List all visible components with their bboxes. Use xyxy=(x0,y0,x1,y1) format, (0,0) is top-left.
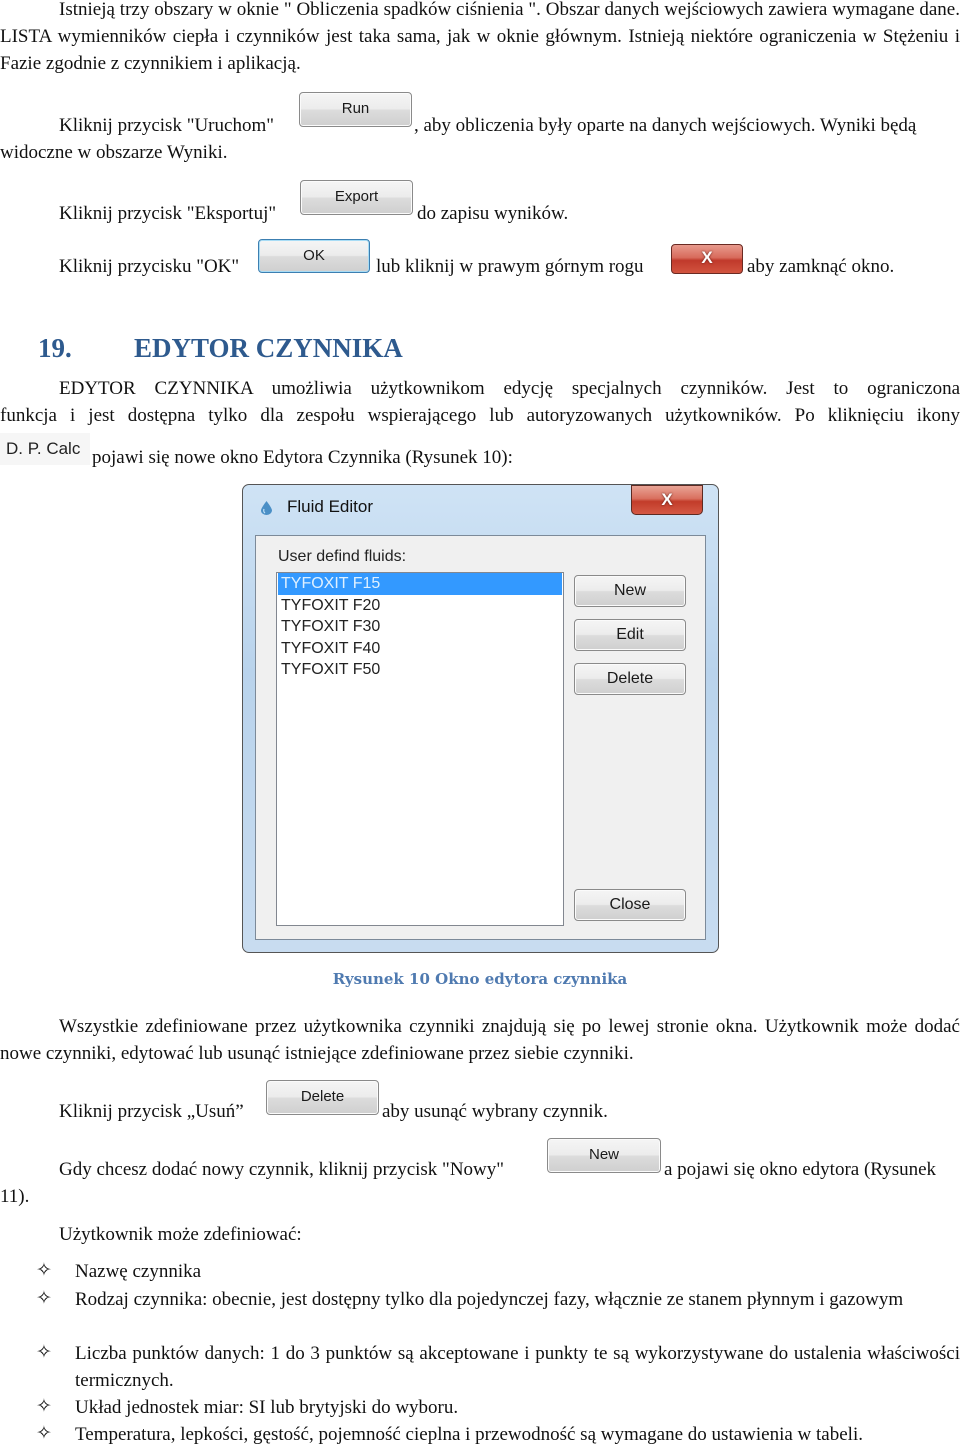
new-button[interactable]: New xyxy=(547,1138,661,1173)
fluid-drop-icon xyxy=(261,501,272,515)
bullet-item: Układ jednostek miar: SI lub brytyjski d… xyxy=(75,1397,459,1418)
bullet-diamond-icon: ✧ xyxy=(36,1423,52,1444)
run-instruction-text: Kliknij przycisk "Uruchom" xyxy=(59,115,274,136)
ok-instruction-after: aby zamknąć okno. xyxy=(747,256,895,277)
new-instruction-after: a pojawi się okno edytora (Rysunek xyxy=(664,1159,937,1180)
delete-fluid-button[interactable]: Delete xyxy=(574,663,686,695)
figure-caption: Rysunek 10 Okno edytora czynnika xyxy=(332,970,628,988)
section-paragraph-line1: EDYTOR CZYNNIKA umożliwia użytkownikom e… xyxy=(59,378,960,399)
section-number: 19. xyxy=(38,333,72,363)
delete-instruction-after: aby usunąć wybrany czynnik. xyxy=(382,1101,608,1122)
bullet-item: Rodzaj czynnika: obecnie, jest dostępny … xyxy=(75,1289,904,1310)
fluid-list-item[interactable]: TYFOXIT F30 xyxy=(278,616,562,638)
ok-instruction-middle: lub kliknij w prawym górnym rogu xyxy=(376,256,644,277)
window-close-button[interactable]: X xyxy=(671,244,743,274)
bullet-item: Temperatura, lepkości, gęstość, pojemnoś… xyxy=(75,1424,863,1445)
ok-instruction-text: Kliknij przycisku "OK" xyxy=(59,256,240,277)
new-fluid-button[interactable]: New xyxy=(574,575,686,607)
fluid-list-item[interactable]: TYFOXIT F40 xyxy=(278,638,562,660)
fluid-editor-window: Fluid Editor X User defind fluids: TYFOX… xyxy=(242,484,719,953)
delete-instruction-text: Kliknij przycisk „Usuń” xyxy=(59,1101,244,1122)
section-paragraph-line3: pojawi się nowe okno Edytora Czynnika (R… xyxy=(92,447,513,468)
new-instruction-text: Gdy chcesz dodać nowy czynnik, kliknij p… xyxy=(59,1159,505,1180)
bullet-item: Nazwę czynnika xyxy=(75,1261,202,1282)
bullet-item: Liczba punktów danych: 1 do 3 punktów są… xyxy=(75,1343,960,1391)
section-paragraph-line2: funkcja i jest dostępna tylko dla zespoł… xyxy=(0,405,960,426)
new-instruction-line2: 11). xyxy=(0,1186,30,1207)
export-instruction-text: Kliknij przycisk "Eksportuj" xyxy=(59,203,277,224)
bullet-diamond-icon: ✧ xyxy=(36,1288,52,1309)
dp-calc-icon[interactable]: D. P. Calc xyxy=(0,433,90,465)
intro-paragraph: Istnieją trzy obszary w oknie " Obliczen… xyxy=(0,0,960,74)
define-intro: Użytkownik może zdefiniować: xyxy=(59,1224,302,1245)
fluids-list-label: User defind fluids: xyxy=(278,548,407,565)
fluid-list-item[interactable]: TYFOXIT F15 xyxy=(278,573,562,595)
run-button[interactable]: Run xyxy=(299,92,412,127)
window-title: Fluid Editor xyxy=(287,497,373,516)
bullet-diamond-icon: ✧ xyxy=(36,1342,52,1363)
export-button[interactable]: Export xyxy=(300,180,413,215)
window-client-area: User defind fluids: TYFOXIT F15 TYFOXIT … xyxy=(255,535,706,940)
run-instruction-after: , aby obliczenia były oparte na danych w… xyxy=(414,115,917,136)
fluid-list-item[interactable]: TYFOXIT F50 xyxy=(278,659,562,681)
close-editor-button[interactable]: Close xyxy=(574,889,686,921)
edit-fluid-button[interactable]: Edit xyxy=(574,619,686,651)
export-instruction-after: do zapisu wyników. xyxy=(417,203,569,224)
fluids-listbox[interactable]: TYFOXIT F15 TYFOXIT F20 TYFOXIT F30 TYFO… xyxy=(276,572,564,926)
ok-button[interactable]: OK xyxy=(258,239,370,273)
window-close-button[interactable]: X xyxy=(631,485,703,515)
bullet-diamond-icon: ✧ xyxy=(36,1396,52,1417)
bullet-diamond-icon: ✧ xyxy=(36,1260,52,1281)
after-paragraph: Wszystkie zdefiniowane przez użytkownika… xyxy=(0,1016,960,1064)
run-instruction-line2: widoczne w obszarze Wyniki. xyxy=(0,142,228,163)
delete-button[interactable]: Delete xyxy=(266,1080,379,1115)
section-title: EDYTOR CZYNNIKA xyxy=(134,333,403,363)
fluid-list-item[interactable]: TYFOXIT F20 xyxy=(278,595,562,617)
